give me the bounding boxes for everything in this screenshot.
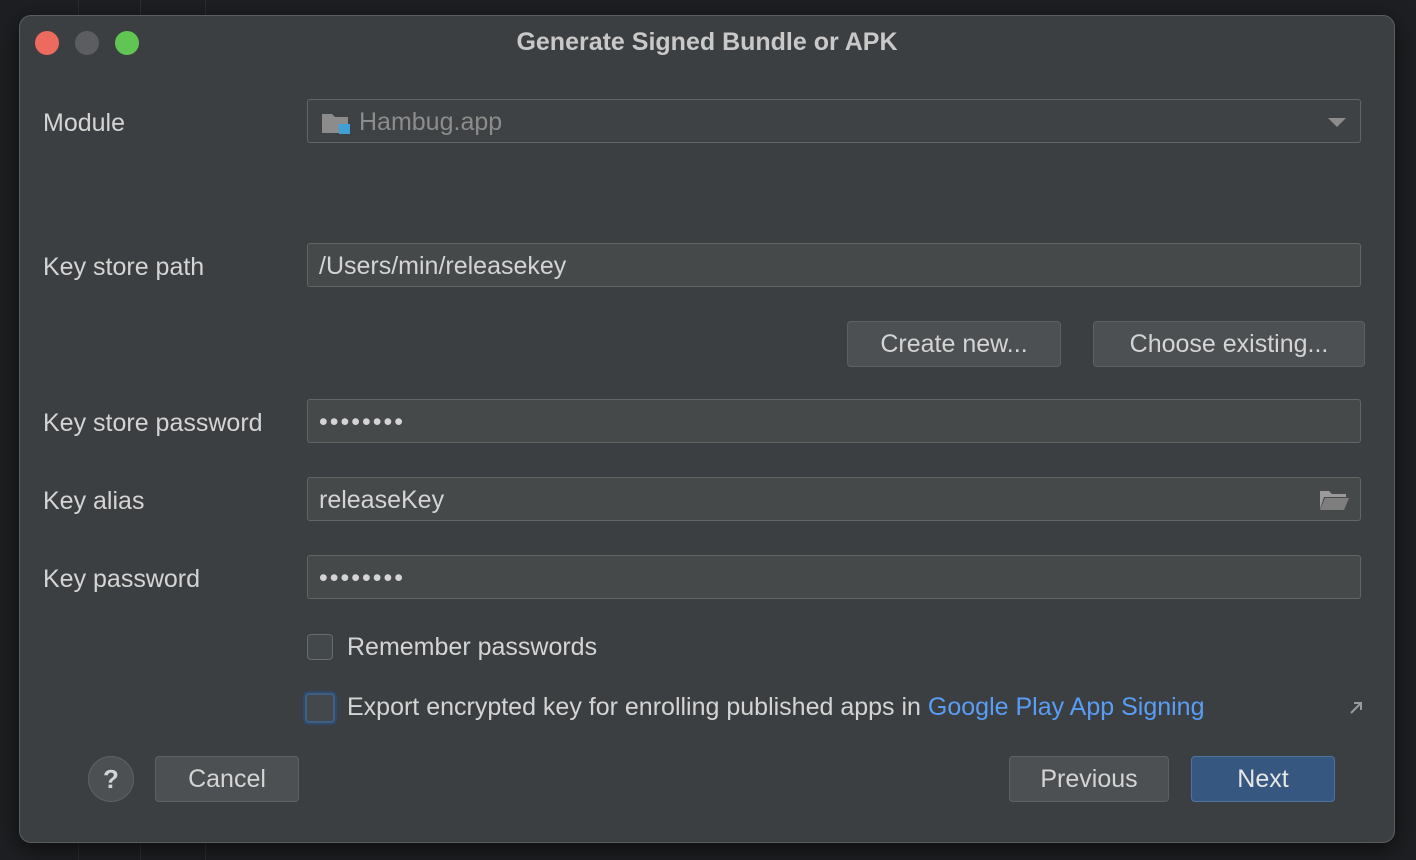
next-button[interactable]: Next <box>1191 756 1335 802</box>
key-store-path-input[interactable]: /Users/min/releasekey <box>307 243 1361 287</box>
key-store-path-value: /Users/min/releasekey <box>319 252 567 280</box>
module-value: Hambug.app <box>359 108 503 136</box>
export-key-row: Export encrypted key for enrolling publi… <box>347 693 1205 722</box>
key-alias-label: Key alias <box>43 487 145 515</box>
google-play-app-signing-link[interactable]: Google Play App Signing <box>928 693 1205 721</box>
key-password-label: Key password <box>43 565 201 593</box>
module-label: Module <box>43 109 125 137</box>
choose-existing-button[interactable]: Choose existing... <box>1093 321 1365 367</box>
remember-passwords-label[interactable]: Remember passwords <box>347 633 597 662</box>
key-password-value: •••••••• <box>319 564 406 592</box>
help-button[interactable]: ? <box>88 756 134 802</box>
export-key-label[interactable]: Export encrypted key for enrolling publi… <box>347 693 921 721</box>
create-new-button[interactable]: Create new... <box>847 321 1061 367</box>
external-link-icon[interactable] <box>1348 700 1364 716</box>
remember-passwords-checkbox[interactable] <box>307 634 333 660</box>
chevron-down-icon <box>1328 118 1346 127</box>
key-store-password-label: Key store password <box>43 409 263 437</box>
module-select[interactable]: Hambug.app <box>307 99 1361 143</box>
module-folder-icon <box>322 114 350 134</box>
generate-signed-dialog: Generate Signed Bundle or APK Module Ham… <box>19 15 1395 843</box>
dialog-title: Generate Signed Bundle or APK <box>516 28 898 56</box>
export-key-checkbox[interactable] <box>305 693 335 723</box>
key-alias-value: releaseKey <box>319 486 445 514</box>
open-folder-icon[interactable] <box>1318 489 1350 511</box>
key-store-path-label: Key store path <box>43 253 205 281</box>
key-alias-input[interactable]: releaseKey <box>307 477 1361 521</box>
key-password-input[interactable]: •••••••• <box>307 555 1361 599</box>
previous-button[interactable]: Previous <box>1009 756 1169 802</box>
key-store-password-value: •••••••• <box>319 408 406 436</box>
cancel-button[interactable]: Cancel <box>155 756 299 802</box>
key-store-password-input[interactable]: •••••••• <box>307 399 1361 443</box>
